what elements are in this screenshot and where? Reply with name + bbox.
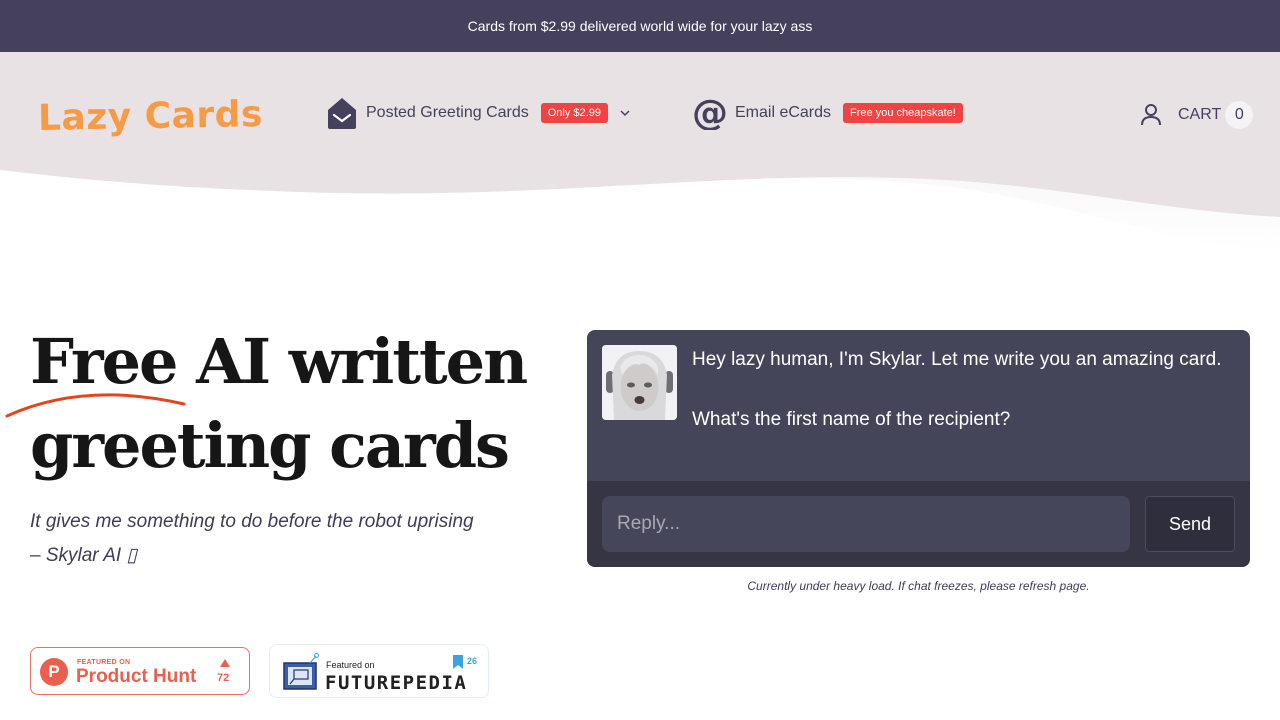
underline-swoosh	[5, 393, 186, 418]
futurepedia-badge[interactable]: Featured on FUTUREPEDIA 26	[269, 644, 489, 698]
fp-featured-label: Featured on	[326, 660, 375, 670]
hero-tagline: It gives me something to do before the r…	[30, 511, 474, 566]
user-icon[interactable]	[1140, 103, 1162, 127]
nav-email-label: Email eCards	[735, 104, 832, 121]
bot-message-text: Hey lazy human, I'm Skylar. Let me write…	[692, 349, 1222, 370]
product-hunt-logo-icon: P	[40, 658, 68, 686]
bot-question-text: What's the first name of the recipient?	[692, 409, 1011, 430]
envelope-open-icon	[328, 98, 356, 129]
nav-posted-greeting-cards[interactable]: Posted Greeting Cards Only $2.99	[326, 96, 632, 130]
ph-upvote-count: 72	[217, 672, 230, 684]
fp-name: FUTUREPEDIA	[325, 672, 468, 694]
nav-posted-label: Posted Greeting Cards	[366, 104, 529, 121]
email-free-badge: Free you cheapskate!	[843, 103, 963, 123]
load-warning-note: Currently under heavy load. If chat free…	[747, 579, 1090, 593]
chevron-down-icon[interactable]	[618, 106, 632, 120]
skylar-avatar	[602, 345, 677, 420]
header-wave-background	[0, 52, 1280, 252]
bot-message: Hey lazy human, I'm Skylar. Let me write…	[692, 345, 1232, 435]
cart-label: CART	[1178, 106, 1222, 123]
cart-button[interactable]: CART 0	[1178, 101, 1254, 129]
nav-email-ecards[interactable]: @ Email eCards Free you cheapskate!	[693, 96, 963, 130]
at-sign-icon: @	[693, 96, 727, 130]
cart-count-badge: 0	[1225, 101, 1254, 129]
avatar-illustration-icon	[602, 345, 677, 420]
bookmark-icon	[453, 655, 463, 669]
announcement-bar: Cards from $2.99 delivered world wide fo…	[0, 0, 1280, 52]
fp-bookmark-count: 26	[467, 656, 478, 666]
lazy-cards-logo[interactable]: Lazy Cards	[38, 94, 264, 139]
send-button[interactable]: Send	[1145, 496, 1235, 552]
futurepedia-tv-icon	[283, 653, 319, 690]
product-hunt-badge[interactable]: P FEATURED ON Product Hunt 72	[30, 647, 250, 695]
upvote-triangle-icon	[220, 659, 230, 667]
ph-name: Product Hunt	[76, 666, 197, 687]
announcement-text: Cards from $2.99 delivered world wide fo…	[467, 18, 813, 34]
reply-input[interactable]	[602, 496, 1130, 552]
posted-price-badge: Only $2.99	[540, 103, 608, 123]
svg-text:@: @	[693, 96, 727, 130]
ph-featured-label: FEATURED ON	[77, 659, 131, 666]
chat-input-area: Send	[587, 481, 1250, 567]
chat-widget: Hey lazy human, I'm Skylar. Let me write…	[587, 330, 1250, 567]
